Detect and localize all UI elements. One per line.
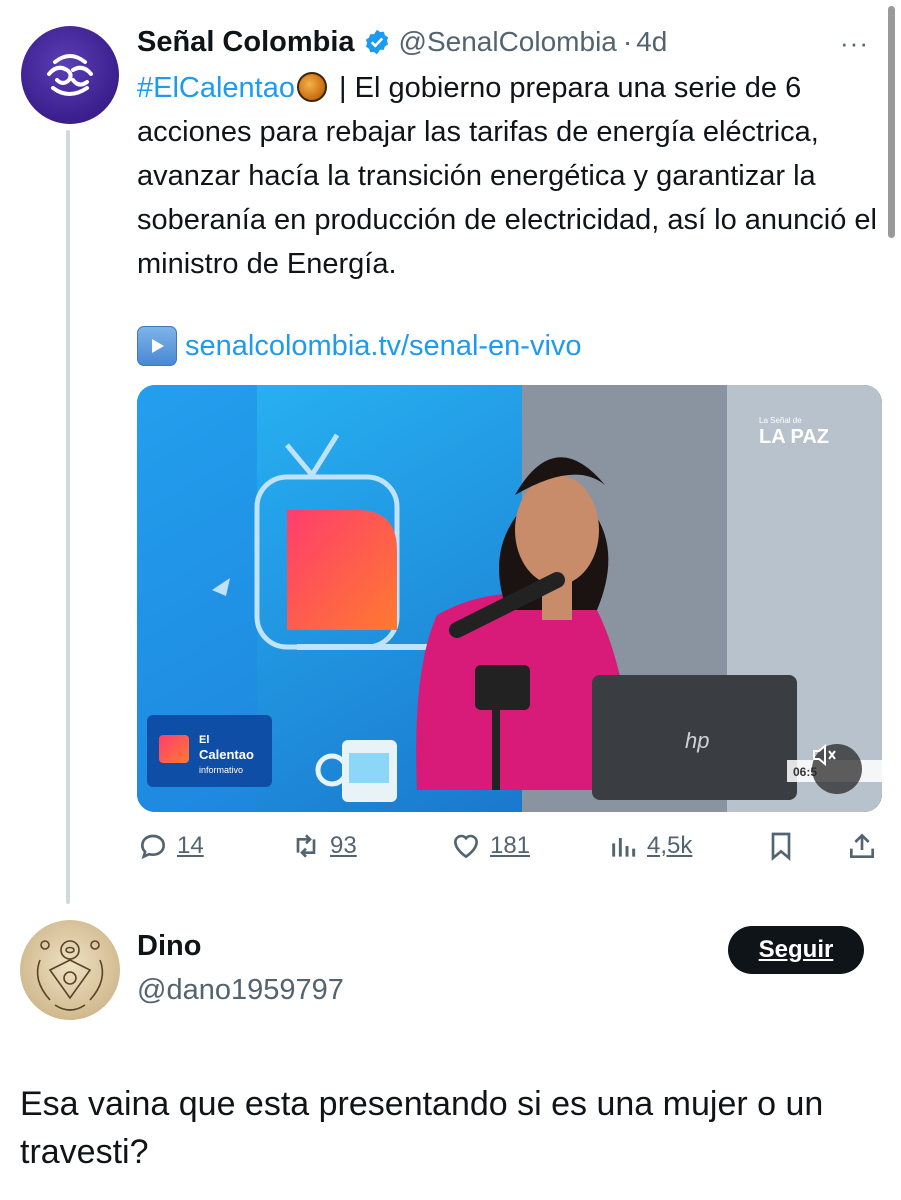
mute-toggle-icon[interactable] xyxy=(812,744,862,794)
bookmark-button[interactable] xyxy=(765,830,797,862)
share-icon xyxy=(850,833,874,858)
like-count: 181 xyxy=(490,832,531,859)
tweet-link[interactable]: senalcolombia.tv/senal-en-vivo xyxy=(137,326,582,366)
bookmark-icon xyxy=(771,832,791,861)
overlay-logo-line2: Calentao xyxy=(199,747,254,762)
reply-button[interactable]: 14 xyxy=(137,830,204,862)
tweet-text: #ElCalentao | El gobierno prepara una se… xyxy=(137,66,887,286)
channel-bug: LA PAZ xyxy=(759,426,829,448)
senal-colombia-logo-icon xyxy=(47,54,93,96)
more-options-icon[interactable]: ··· xyxy=(840,28,869,59)
retweet-button[interactable]: 93 xyxy=(290,830,357,862)
tweet-video[interactable]: El Calentao informativo hp La Señal de L… xyxy=(137,385,882,812)
author-avatar[interactable] xyxy=(21,26,119,124)
esoteric-illustration-avatar-icon xyxy=(36,940,104,1011)
play-button-emoji-icon xyxy=(137,326,177,366)
link-text[interactable]: senalcolombia.tv/senal-en-vivo xyxy=(185,330,582,363)
hashtag-link[interactable]: #ElCalentao xyxy=(137,72,295,104)
tweet-time[interactable]: 4d xyxy=(636,26,667,58)
heart-icon xyxy=(453,834,479,859)
reply-author-name[interactable]: Dino xyxy=(137,930,201,963)
laptop-brand: hp xyxy=(685,728,709,753)
hashtag-emoji-icon xyxy=(297,72,327,102)
tweet-actions: 14 93 181 4,5k xyxy=(137,830,882,870)
follow-button[interactable]: Seguir xyxy=(728,926,864,974)
video-frame: El Calentao informativo hp La Señal de L… xyxy=(137,385,882,812)
overlay-logo-line1: El xyxy=(199,734,209,746)
retweet-count: 93 xyxy=(330,832,357,859)
share-button[interactable] xyxy=(846,830,878,862)
reply-count: 14 xyxy=(177,832,204,859)
like-button[interactable]: 181 xyxy=(450,830,530,862)
separator-dot: · xyxy=(622,26,633,57)
reply-icon xyxy=(140,834,166,860)
reply-text: Esa vaina que esta presentando si es una… xyxy=(20,1085,824,1171)
overlay-logo-line3: informativo xyxy=(199,765,243,775)
verified-badge-icon xyxy=(365,29,388,55)
views-chart-icon xyxy=(612,838,636,857)
author-handle[interactable]: @SenalColombia xyxy=(399,26,617,58)
author-name[interactable]: Señal Colombia xyxy=(137,26,355,59)
channel-bug-small: La Señal de xyxy=(759,416,802,425)
reply-author-handle[interactable]: @dano1959797 xyxy=(137,974,344,1007)
views-button[interactable]: 4,5k xyxy=(607,830,692,862)
thread-connector-line xyxy=(66,130,70,904)
reply-author-avatar[interactable] xyxy=(20,920,120,1020)
retweet-icon xyxy=(296,834,316,858)
scrollbar[interactable] xyxy=(888,6,895,238)
views-count: 4,5k xyxy=(647,832,693,859)
tweet-header: Señal Colombia @SenalColombia · 4d xyxy=(137,24,667,60)
